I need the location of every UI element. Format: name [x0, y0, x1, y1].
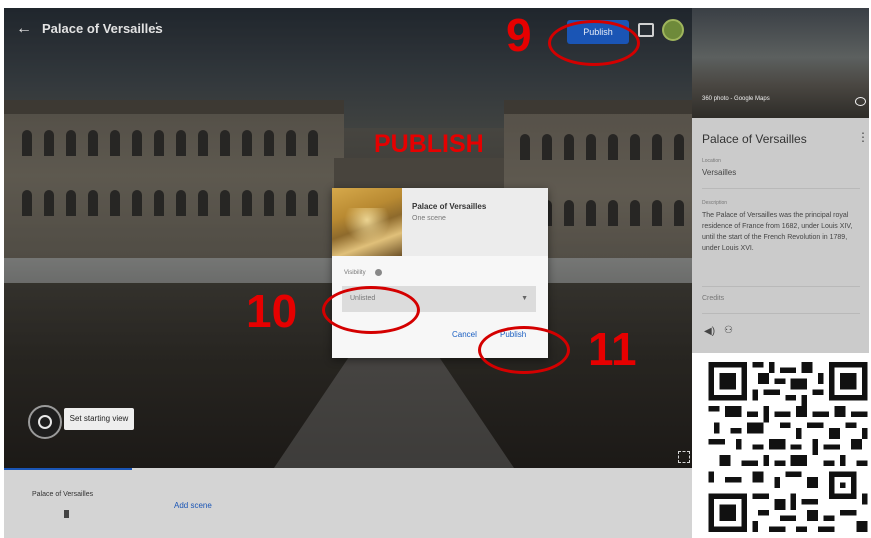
divider: [702, 313, 860, 314]
description-label: Description: [702, 200, 728, 206]
divider: [702, 188, 860, 189]
more-options-icon[interactable]: ⋮: [150, 20, 163, 36]
scene-icon: [64, 510, 69, 518]
panel-title: Palace of Versailles: [702, 132, 807, 146]
dialog-title: Palace of Versailles: [412, 202, 487, 211]
chevron-down-icon: ▼: [521, 295, 528, 302]
dialog-header: [402, 188, 548, 256]
annotation-ellipse-10: [322, 286, 420, 334]
starting-view-icon[interactable]: [28, 405, 62, 439]
dialog-subtitle: One scene: [412, 215, 446, 222]
annotation-heading: PUBLISH: [374, 130, 484, 158]
cancel-button[interactable]: Cancel: [452, 330, 477, 339]
visibility-label: Visibility: [344, 270, 366, 276]
annotation-ellipse-9: [548, 20, 640, 66]
qr-code: [708, 362, 868, 532]
page-title: Palace of Versailles: [42, 21, 163, 36]
panel-more-icon[interactable]: ⋮: [857, 130, 869, 144]
credits-label: Credits: [702, 295, 725, 302]
annotation-step-9: 9: [506, 9, 532, 61]
help-icon[interactable]: [375, 269, 382, 276]
add-scene-link[interactable]: Add scene: [174, 501, 212, 510]
divider: [702, 286, 860, 287]
annotation-ellipse-11: [478, 326, 570, 374]
annotation-step-11: 11: [588, 323, 637, 375]
gallery-icon[interactable]: [638, 23, 654, 37]
scene-strip-accent: [4, 468, 132, 470]
people-icon[interactable]: ⚇: [724, 325, 733, 336]
sound-icon[interactable]: ◀): [704, 326, 715, 337]
description-text: The Palace of Versailles was the princip…: [702, 212, 853, 252]
location-label: Location: [702, 158, 721, 164]
set-starting-view-button[interactable]: Set starting view: [64, 408, 134, 430]
dialog-thumbnail: [332, 188, 402, 256]
fullscreen-icon[interactable]: [678, 451, 690, 463]
annotation-step-10: 10: [246, 285, 298, 337]
panel-image-caption: 360 photo - Google Maps: [702, 96, 770, 102]
scene-strip: Palace of Versailles Add scene: [4, 468, 692, 538]
location-value: Versailles: [702, 168, 737, 177]
scene-label[interactable]: Palace of Versailles: [32, 491, 93, 498]
avatar[interactable]: [662, 19, 684, 41]
360-icon: [855, 97, 866, 106]
info-panel: 360 photo - Google Maps Palace of Versai…: [692, 8, 869, 353]
arrow-back-icon[interactable]: ←: [16, 20, 32, 38]
